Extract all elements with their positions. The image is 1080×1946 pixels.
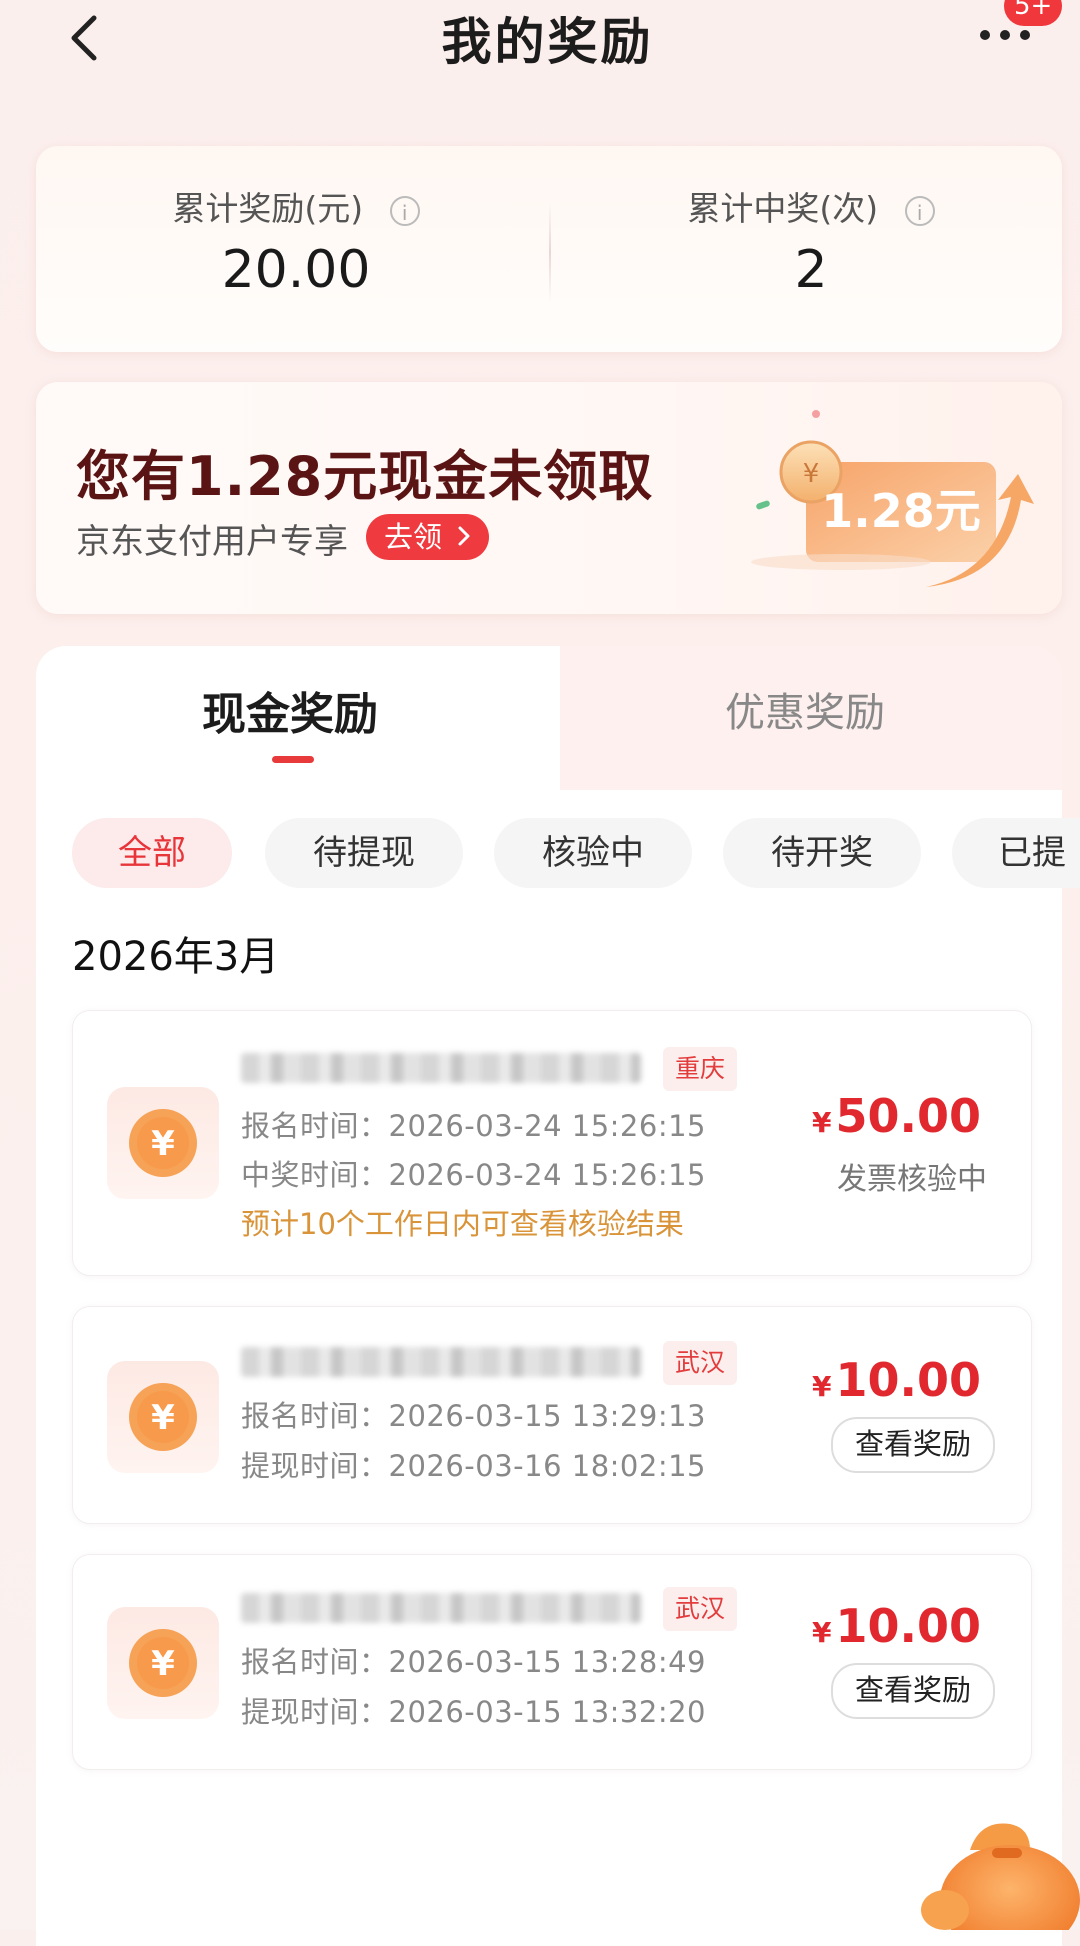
claim-button-label: 去领 (384, 520, 443, 554)
svg-text:¥: ¥ (151, 1644, 175, 1684)
total-reward-label: 累计奖励(元) i (96, 182, 496, 230)
reward-record-card[interactable]: ¥ 武汉 报名时间：2026-03-15 13:29:13 提现时间：2026-… (72, 1306, 1032, 1524)
coin-icon: ¥ (107, 1607, 219, 1719)
city-tag: 武汉 (663, 1587, 738, 1631)
city-tag: 重庆 (663, 1047, 738, 1091)
promo-title: 您有1.28元现金未领取 (76, 445, 654, 508)
reward-record-card[interactable]: ¥ 武汉 报名时间：2026-03-15 13:28:49 提现时间：2026-… (72, 1554, 1032, 1770)
reward-amount: ¥50.00 (812, 1089, 981, 1143)
reward-amount: ¥10.00 (812, 1353, 981, 1407)
svg-text:¥: ¥ (151, 1124, 175, 1164)
redacted-order-id (241, 1053, 641, 1083)
filter-all[interactable]: 全部 (72, 818, 232, 888)
total-reward-value: 20.00 (221, 240, 371, 300)
lucky-bag-icon[interactable] (900, 1810, 1080, 1930)
notification-badge: 5+ (1004, 0, 1063, 26)
total-win-label-text: 累计中奖(次) (687, 189, 879, 228)
verification-note: 预计10个工作日内可查看核验结果 (241, 1207, 684, 1241)
coin-icon: ¥ (107, 1087, 219, 1199)
promo-subtitle: 京东支付用户专享 (76, 522, 348, 562)
filter-verifying[interactable]: 核验中 (494, 818, 692, 888)
city-tag: 武汉 (663, 1341, 738, 1385)
cash-reward-illustration: ¥ 1.28元 (751, 410, 1034, 587)
reward-amount-value: 50.00 (835, 1089, 981, 1143)
signup-time: 报名时间：2026-03-24 15:26:15 (241, 1109, 706, 1143)
total-reward-label-text: 累计奖励(元) (172, 189, 364, 228)
month-heading: 2026年3月 (72, 934, 280, 980)
page-title: 我的奖励 (441, 13, 654, 71)
chevron-right-icon (457, 514, 471, 560)
reward-status: 发票核验中 (837, 1162, 987, 1197)
cash-promo-card[interactable]: 您有1.28元现金未领取 京东支付用户专享 去领 ¥ 1.28元 (36, 382, 1062, 614)
currency-symbol: ¥ (812, 1370, 832, 1403)
info-icon[interactable]: i (904, 195, 935, 226)
stats-card: 累计奖励(元) i 20.00 累计中奖(次) i 2 (36, 146, 1062, 352)
reward-amount-value: 10.00 (835, 1353, 981, 1407)
svg-text:¥: ¥ (151, 1398, 175, 1438)
claim-button[interactable]: 去领 (366, 514, 490, 560)
tab-coupon-rewards[interactable]: 优惠奖励 (635, 680, 975, 738)
reward-amount-value: 10.00 (835, 1599, 981, 1653)
reward-amount: ¥10.00 (812, 1599, 981, 1653)
reward-record-card[interactable]: ¥ 重庆 报名时间：2026-03-24 15:26:15 中奖时间：2026-… (72, 1010, 1032, 1276)
signup-time: 报名时间：2026-03-15 13:29:13 (241, 1399, 706, 1433)
art-amount-label: 1.28元 (821, 484, 981, 538)
total-win-label: 累计中奖(次) i (611, 182, 1011, 230)
win-time: 中奖时间：2026-03-24 15:26:15 (241, 1158, 706, 1192)
total-win-value: 2 (794, 240, 828, 300)
svg-text:¥: ¥ (803, 459, 820, 489)
tab-active-indicator (272, 756, 314, 763)
withdraw-time: 提现时间：2026-03-15 13:32:20 (241, 1695, 706, 1729)
redacted-order-id (241, 1347, 641, 1377)
view-reward-button[interactable]: 查看奖励 (831, 1417, 995, 1473)
coin-icon: ¥ (107, 1361, 219, 1473)
filter-pending-withdraw[interactable]: 待提现 (265, 818, 463, 888)
redacted-order-id (241, 1593, 641, 1623)
view-reward-button[interactable]: 查看奖励 (831, 1663, 995, 1719)
currency-symbol: ¥ (812, 1616, 832, 1649)
info-icon[interactable]: i (389, 195, 420, 226)
tab-cash-rewards[interactable]: 现金奖励 (120, 678, 460, 742)
filter-pending-draw[interactable]: 待开奖 (723, 818, 921, 888)
filter-withdrawn[interactable]: 已提 (952, 818, 1080, 888)
currency-symbol: ¥ (812, 1106, 832, 1139)
stats-divider (549, 202, 551, 302)
signup-time: 报名时间：2026-03-15 13:28:49 (241, 1645, 706, 1679)
withdraw-time: 提现时间：2026-03-16 18:02:15 (241, 1449, 706, 1483)
